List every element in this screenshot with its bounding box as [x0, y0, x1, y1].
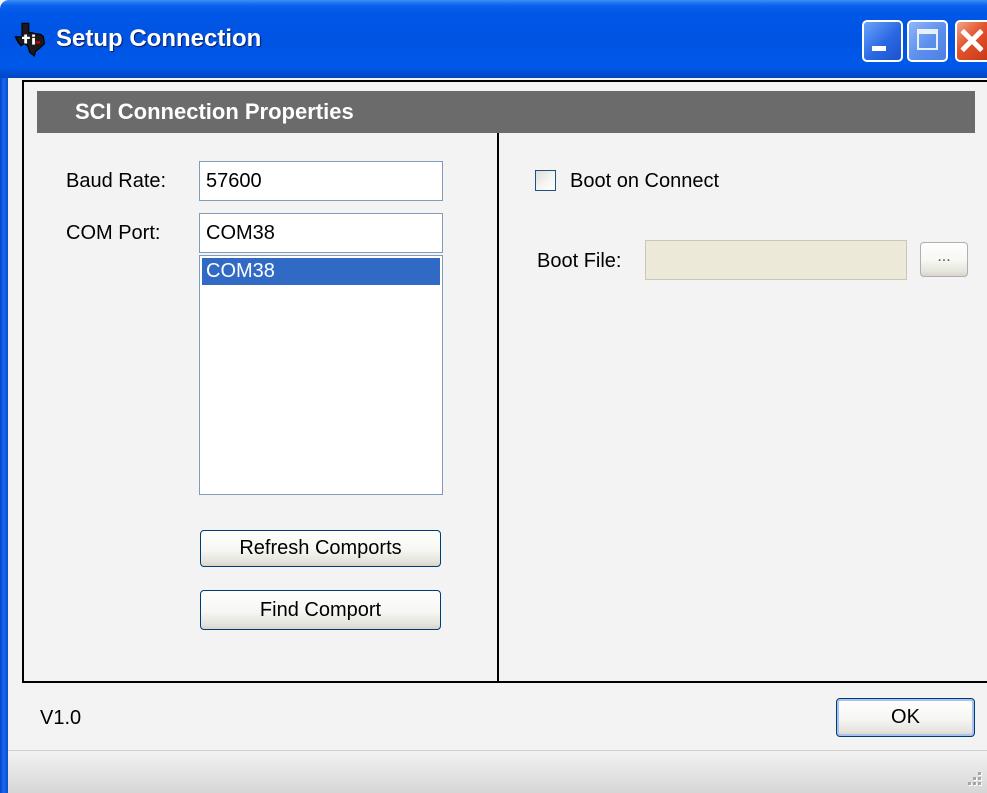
- com-port-label: COM Port:: [66, 222, 161, 244]
- refresh-comports-button[interactable]: Refresh Comports: [200, 530, 441, 567]
- browse-button[interactable]: ...: [920, 242, 968, 277]
- panel-header: SCI Connection Properties: [37, 91, 975, 133]
- com-port-list-item[interactable]: COM38: [202, 258, 440, 285]
- maximize-icon: [917, 29, 938, 50]
- baud-rate-input[interactable]: 57600: [199, 161, 443, 201]
- ok-button[interactable]: OK: [836, 698, 975, 737]
- baud-rate-label: Baud Rate:: [66, 170, 167, 192]
- minimize-button[interactable]: [862, 20, 903, 62]
- minimize-icon: [872, 46, 886, 51]
- window-title: Setup Connection: [56, 25, 262, 52]
- find-comport-button[interactable]: Find Comport: [200, 590, 441, 630]
- status-bar: [8, 750, 987, 793]
- window-frame-left: [0, 78, 8, 793]
- com-port-input[interactable]: COM38: [199, 213, 443, 253]
- close-button[interactable]: [955, 20, 987, 62]
- connection-panel: [22, 80, 987, 683]
- ti-logo-icon: [14, 22, 46, 57]
- version-label: V1.0: [40, 707, 82, 729]
- resize-grip-icon[interactable]: [962, 768, 984, 790]
- com-port-listbox[interactable]: COM38: [199, 255, 443, 495]
- boot-file-input: [645, 240, 907, 280]
- title-bar[interactable]: Setup Connection: [0, 0, 987, 78]
- maximize-button[interactable]: [907, 20, 948, 62]
- panel-divider: [497, 133, 499, 681]
- boot-file-label: Boot File:: [537, 250, 622, 272]
- boot-on-connect-checkbox[interactable]: [535, 170, 556, 191]
- boot-on-connect-label[interactable]: Boot on Connect: [570, 169, 719, 193]
